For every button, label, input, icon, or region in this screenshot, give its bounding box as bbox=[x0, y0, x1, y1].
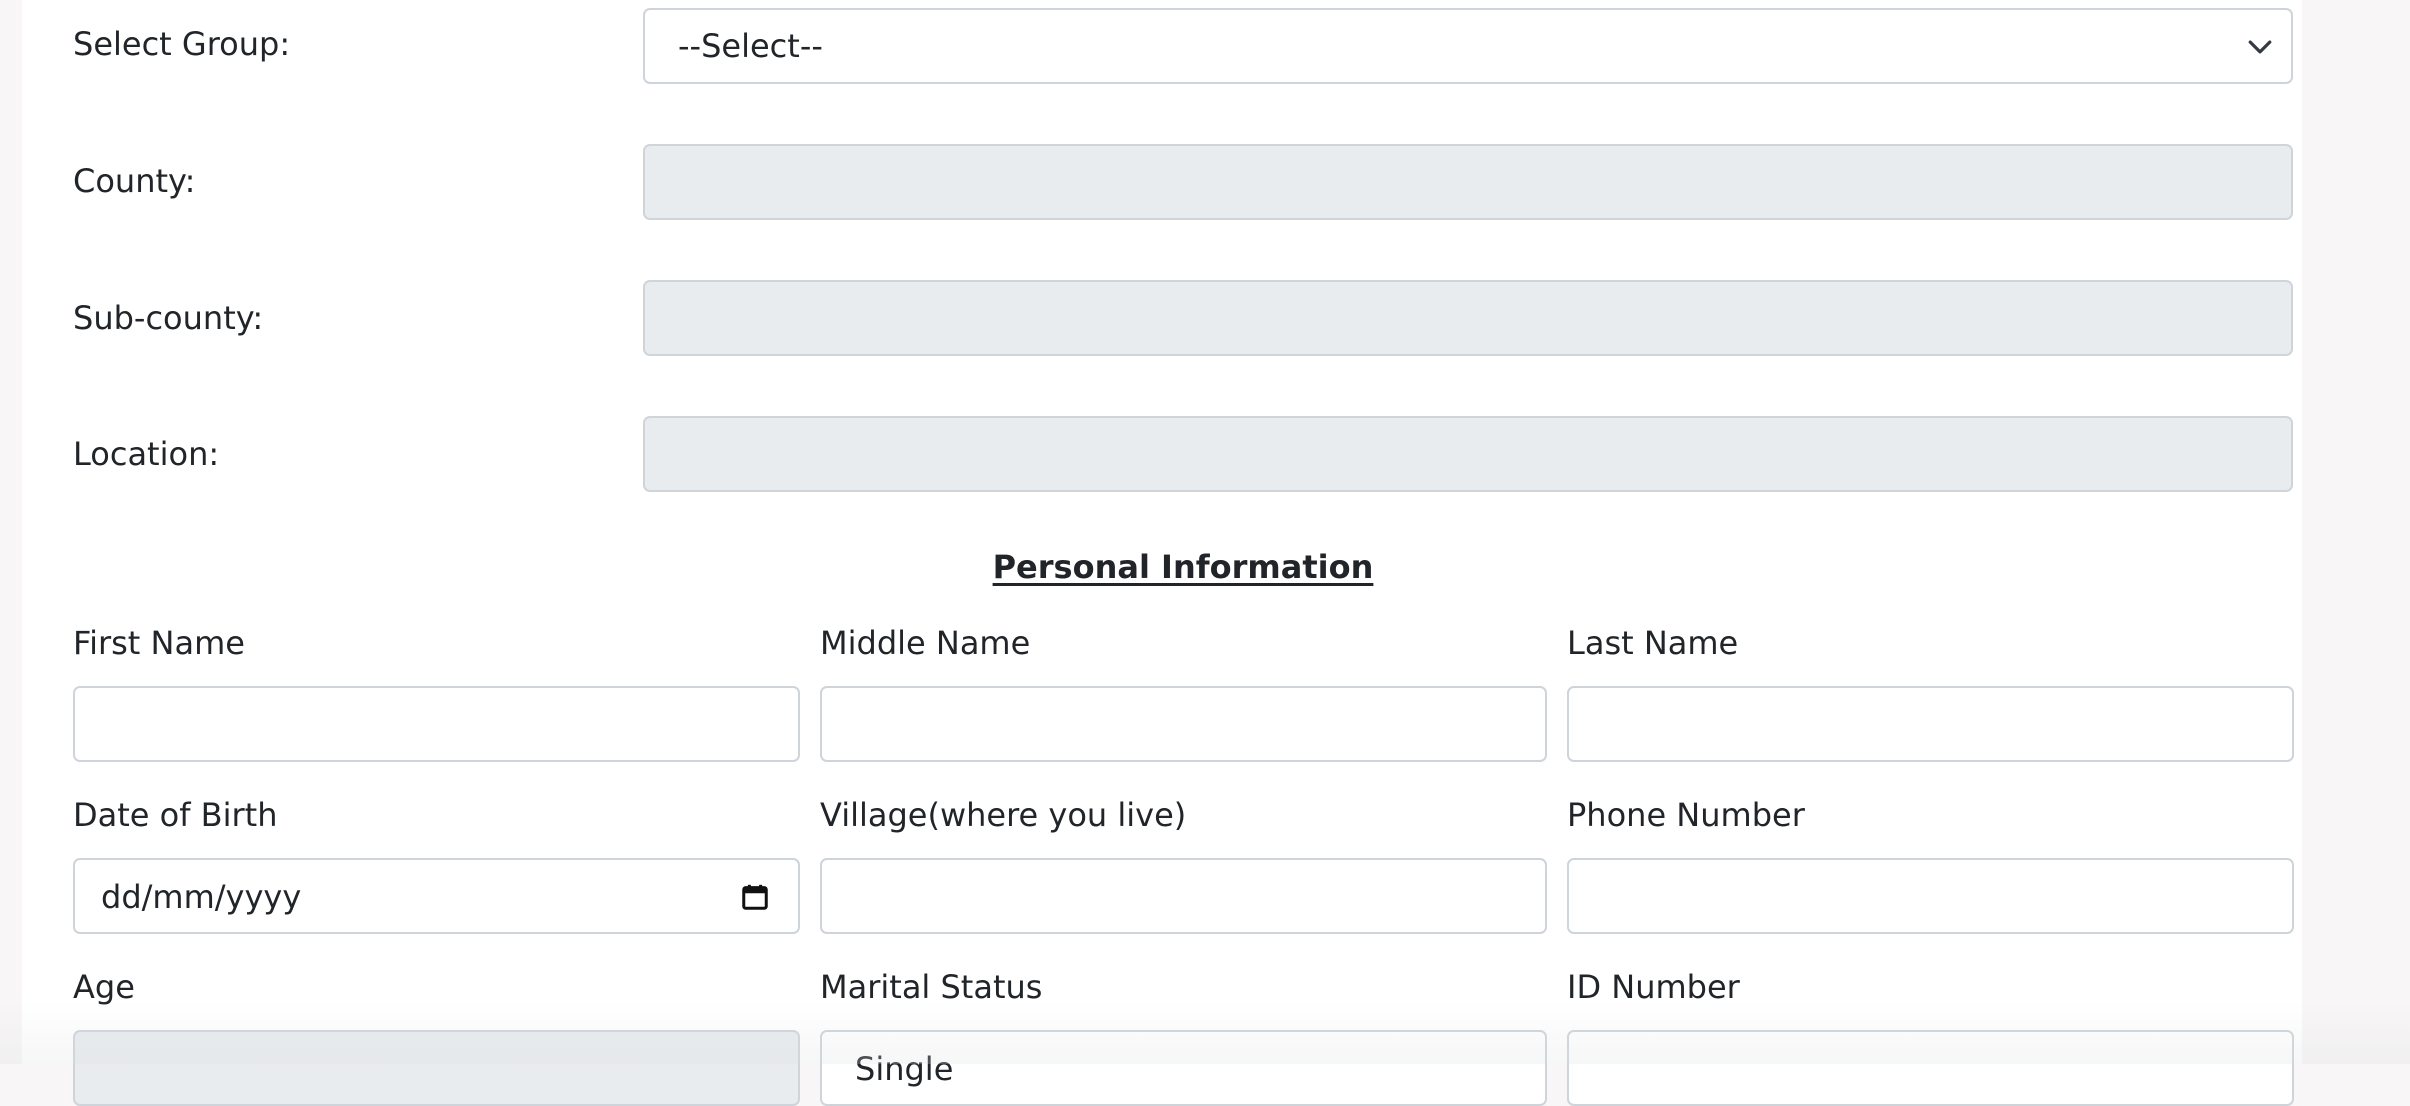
select-group-label: Select Group: bbox=[73, 25, 291, 63]
phone-label: Phone Number bbox=[1567, 796, 1805, 834]
county-field bbox=[643, 144, 2293, 220]
last-name-input[interactable] bbox=[1567, 686, 2294, 762]
marital-status-select[interactable]: Single bbox=[820, 1030, 1547, 1106]
id-number-input[interactable] bbox=[1567, 1030, 2294, 1106]
group-select[interactable]: --Select-- bbox=[643, 8, 2293, 84]
marital-status-label: Marital Status bbox=[820, 968, 1043, 1006]
location-label: Location: bbox=[73, 435, 220, 473]
subcounty-label: Sub-county: bbox=[73, 299, 264, 337]
middle-name-input[interactable] bbox=[820, 686, 1547, 762]
county-label: County: bbox=[73, 162, 196, 200]
dob-input[interactable]: dd/mm/yyyy bbox=[73, 858, 800, 934]
subcounty-field bbox=[643, 280, 2293, 356]
group-select-value: --Select-- bbox=[678, 27, 823, 65]
village-label: Village(where you live) bbox=[820, 796, 1187, 834]
personal-information-title: Personal Information bbox=[992, 548, 1374, 586]
phone-input[interactable] bbox=[1567, 858, 2294, 934]
calendar-icon[interactable] bbox=[740, 882, 770, 912]
last-name-label: Last Name bbox=[1567, 624, 1739, 662]
registration-form-card: Select Group: --Select-- County: Sub-cou… bbox=[22, 0, 2302, 1106]
chevron-down-icon bbox=[2248, 40, 2272, 54]
id-number-label: ID Number bbox=[1567, 968, 1740, 1006]
village-input[interactable] bbox=[820, 858, 1547, 934]
age-label: Age bbox=[73, 968, 135, 1006]
age-input bbox=[73, 1030, 800, 1106]
dob-placeholder: dd/mm/yyyy bbox=[101, 878, 302, 916]
location-field bbox=[643, 416, 2293, 492]
middle-name-label: Middle Name bbox=[820, 624, 1031, 662]
first-name-input[interactable] bbox=[73, 686, 800, 762]
dob-label: Date of Birth bbox=[73, 796, 278, 834]
marital-status-value: Single bbox=[855, 1050, 954, 1088]
first-name-label: First Name bbox=[73, 624, 245, 662]
